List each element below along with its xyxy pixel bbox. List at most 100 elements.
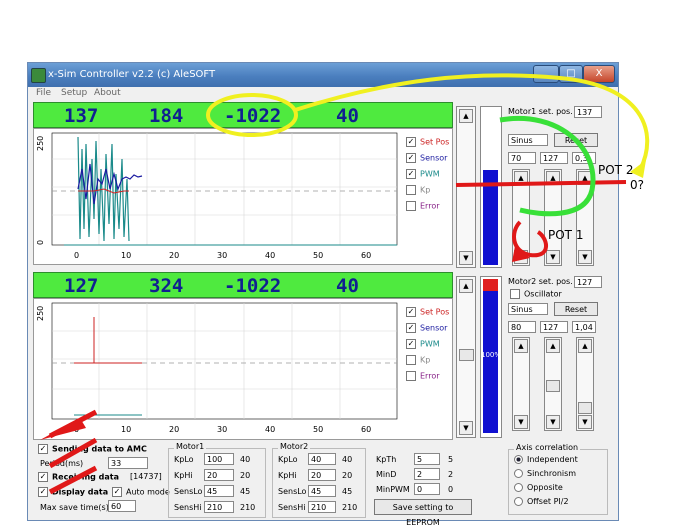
checkbox[interactable]: ✓ [112, 487, 122, 497]
readout-3: -1022 [224, 105, 282, 127]
motor1-wave-select[interactable]: Sinus [508, 134, 548, 146]
menu-file[interactable]: File [36, 88, 51, 98]
senslo-input[interactable]: 45 [308, 485, 336, 497]
scroll-up-button[interactable]: ▲ [546, 339, 560, 353]
legend-item-sensor[interactable]: ✓ Sensor [406, 153, 450, 165]
motor1-field-2[interactable]: 127 [540, 152, 568, 164]
menu-setup[interactable]: Setup [61, 88, 87, 98]
checkbox[interactable]: ✓ [406, 169, 416, 179]
motor1-level-scrollbar[interactable]: ▲ ▼ [456, 106, 476, 268]
checkbox[interactable] [406, 355, 416, 365]
motor2-field-2[interactable]: 127 [540, 321, 568, 333]
motor1-slider-1[interactable]: ▲ ▼ [512, 169, 530, 266]
checkbox[interactable]: ✓ [406, 153, 416, 163]
scroll-down-button[interactable]: ▼ [578, 415, 592, 429]
scroll-up-button[interactable]: ▲ [514, 339, 528, 353]
scroll-down-button[interactable]: ▼ [546, 250, 560, 264]
radio-button[interactable] [514, 469, 523, 478]
scroll-down-button[interactable]: ▼ [459, 421, 473, 435]
scroll-up-button[interactable]: ▲ [546, 171, 560, 185]
motor1-slider-3[interactable]: ▲ ▼ [576, 169, 594, 266]
kphi-input[interactable]: 20 [308, 469, 336, 481]
scroll-down-button[interactable]: ▼ [459, 251, 473, 265]
scroll-down-button[interactable]: ▼ [514, 250, 528, 264]
kpth-input[interactable]: 5 [414, 453, 440, 465]
checkbox[interactable] [406, 185, 416, 195]
motor1-field-3[interactable]: 0,3 [572, 152, 596, 164]
scroll-thumb[interactable] [546, 380, 560, 392]
scroll-up-button[interactable]: ▲ [459, 109, 473, 123]
kplo-input[interactable]: 40 [308, 453, 336, 465]
scroll-up-button[interactable]: ▲ [578, 171, 592, 185]
minpwm-input[interactable]: 0 [414, 483, 440, 495]
motor2-field-3[interactable]: 1,04 [572, 321, 596, 333]
auto-mode-checkbox[interactable]: ✓ Auto mode [112, 487, 170, 497]
radio-opposite[interactable]: Opposite [514, 483, 563, 492]
motor2-field-1[interactable]: 80 [508, 321, 536, 333]
checkbox[interactable]: ✓ [406, 323, 416, 333]
radio-button[interactable] [514, 483, 523, 492]
senslo-input[interactable]: 45 [204, 485, 234, 497]
checkbox[interactable]: ✓ [38, 487, 48, 497]
motor1-plot-canvas [51, 132, 398, 246]
period-input[interactable]: 33 [108, 457, 148, 469]
scroll-down-button[interactable]: ▼ [546, 415, 560, 429]
checkbox[interactable]: ✓ [38, 444, 48, 454]
radio-button[interactable] [514, 455, 523, 464]
checkbox[interactable] [406, 201, 416, 211]
motor1-reset-button[interactable]: Reset [554, 133, 598, 147]
legend-item-kp[interactable]: Kp [406, 355, 450, 367]
scroll-down-button[interactable]: ▼ [578, 250, 592, 264]
radio-offset-pi2[interactable]: Offset PI/2 [514, 497, 569, 506]
motor2-slider-1[interactable]: ▲ ▼ [512, 337, 530, 431]
motor2-set-pos-input[interactable]: 127 [574, 276, 602, 288]
scroll-up-button[interactable]: ▲ [514, 171, 528, 185]
sending-data-checkbox[interactable]: ✓ Sending data to AMC [38, 444, 147, 454]
legend-item-sensor[interactable]: ✓ Sensor [406, 323, 450, 335]
legend-item-pwm[interactable]: ✓ PWM [406, 169, 450, 181]
scroll-thumb[interactable] [578, 402, 592, 414]
display-data-checkbox[interactable]: ✓ Display data [38, 487, 108, 497]
checkbox[interactable] [406, 371, 416, 381]
motor2-reset-button[interactable]: Reset [554, 302, 598, 316]
radio-sinchronism[interactable]: Sinchronism [514, 469, 576, 478]
kphi-input[interactable]: 20 [204, 469, 234, 481]
legend-item-set-pos[interactable]: ✓ Set Pos [406, 137, 450, 149]
legend-item-set-pos[interactable]: ✓ Set Pos [406, 307, 450, 319]
checkbox[interactable]: ✓ [406, 339, 416, 349]
minimize-button[interactable]: _ [533, 65, 559, 83]
legend-item-kp[interactable]: Kp [406, 185, 450, 197]
motor1-slider-2[interactable]: ▲ ▼ [544, 169, 562, 266]
checkbox[interactable]: ✓ [38, 472, 48, 482]
mind-input[interactable]: 2 [414, 468, 440, 480]
legend-item-pwm[interactable]: ✓ PWM [406, 339, 450, 351]
motor1-field-1[interactable]: 70 [508, 152, 536, 164]
senshi-input[interactable]: 210 [204, 501, 234, 513]
radio-button[interactable] [514, 497, 523, 506]
save-eeprom-button[interactable]: Save setting to EEPROM [374, 499, 472, 527]
scroll-up-button[interactable]: ▲ [578, 339, 592, 353]
checkbox[interactable]: ✓ [406, 307, 416, 317]
scroll-up-button[interactable]: ▲ [459, 279, 473, 293]
scroll-thumb[interactable] [459, 349, 474, 361]
oscillator-checkbox[interactable]: Oscillator [510, 289, 562, 299]
maximize-button[interactable]: □ [559, 65, 583, 83]
motor2-slider-3[interactable]: ▲ ▼ [576, 337, 594, 431]
motor2-slider-2[interactable]: ▲ ▼ [544, 337, 562, 431]
close-button[interactable]: X [583, 65, 615, 83]
menu-about[interactable]: About [94, 88, 121, 98]
scroll-down-button[interactable]: ▼ [514, 415, 528, 429]
motor1-set-pos-input[interactable]: 137 [574, 106, 602, 118]
motor2-level-scrollbar[interactable]: ▲ ▼ [456, 276, 476, 438]
max-save-input[interactable]: 60 [108, 500, 136, 512]
title-bar[interactable]: x-Sim Controller v2.2 (c) AleSOFT _ □ X [28, 63, 618, 87]
radio-independent[interactable]: Independent [514, 455, 578, 464]
legend-item-error[interactable]: Error [406, 201, 450, 213]
checkbox[interactable]: ✓ [406, 137, 416, 147]
receiving-data-checkbox[interactable]: ✓ Receiving data [38, 472, 119, 482]
checkbox[interactable] [510, 289, 520, 299]
legend-item-error[interactable]: Error [406, 371, 450, 383]
kplo-input[interactable]: 100 [204, 453, 234, 465]
senshi-input[interactable]: 210 [308, 501, 336, 513]
motor2-wave-select[interactable]: Sinus [508, 303, 548, 315]
